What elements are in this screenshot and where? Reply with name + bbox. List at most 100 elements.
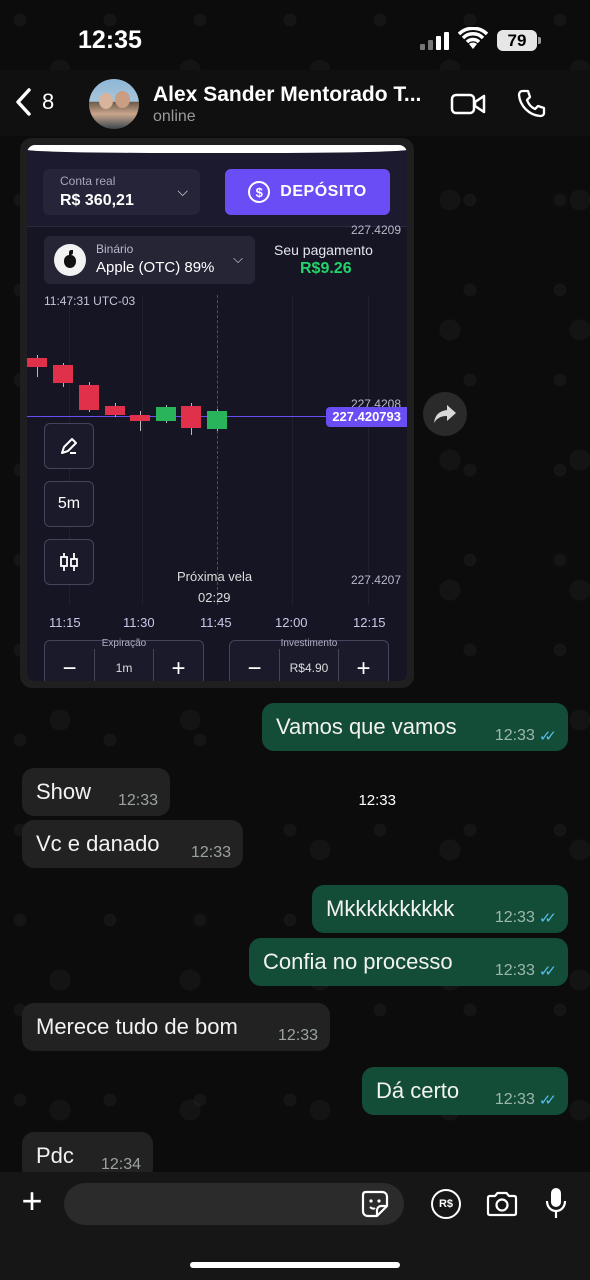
unread-count: 8: [42, 89, 55, 114]
investment-label: Investimento: [280, 638, 338, 649]
message-time: 12:33: [358, 792, 396, 809]
contact-status: online: [153, 108, 196, 125]
message-text: Mkkkkkkkkkk: [326, 896, 455, 921]
message-text: Dá certo: [376, 1078, 460, 1103]
message-bubble[interactable]: Mkkkkkkkkkk 12:33 ✓✓: [312, 885, 568, 933]
candle: [27, 355, 47, 377]
apple-logo-icon: [54, 244, 86, 276]
message-meta: 12:33 ✓✓: [494, 909, 557, 927]
back-button[interactable]: 8: [14, 88, 54, 116]
time-axis: 11:15 11:30 11:45 12:00 12:15: [27, 615, 407, 633]
expiration-stepper: Expiração − 1m +: [44, 638, 204, 681]
message-time: 12:33: [190, 844, 231, 861]
message-text: Show: [36, 779, 92, 804]
payout-value: R$9.26: [300, 260, 352, 277]
message-meta: 12:33 ✓✓: [494, 1091, 557, 1109]
plus-icon: +: [153, 649, 203, 681]
price-level: 227.4207: [350, 573, 401, 587]
deposit-button: $ DEPÓSITO: [225, 169, 390, 215]
status-bar: 12:35 79: [0, 0, 590, 70]
time-tick: 12:00: [275, 615, 308, 630]
account-balance: R$ 360,21: [60, 192, 134, 209]
battery-indicator: 79: [497, 30, 541, 51]
investment-stepper: Investimento − R$4.90 +: [229, 638, 389, 681]
read-receipt-icon: ✓✓: [538, 1092, 557, 1109]
trading-top-bar: Conta real R$ 360,21 ⌵ $ DEPÓSITO: [27, 145, 407, 227]
back-chevron-icon: [16, 88, 31, 116]
time-tick: 12:15: [353, 615, 386, 630]
message-text: Vamos que vamos: [276, 714, 457, 739]
message-input-bar: + R$: [0, 1172, 590, 1280]
message-bubble[interactable]: Dá certo 12:33 ✓✓: [362, 1067, 568, 1115]
forward-button[interactable]: [423, 392, 467, 436]
message-meta: 12:33: [118, 792, 158, 810]
read-receipt-icon: ✓✓: [538, 963, 557, 980]
message-input[interactable]: [64, 1183, 404, 1225]
chat-screen: 12:35 79 8 Alex Sander Mentorado T... on…: [0, 0, 590, 1280]
wifi-icon: [458, 27, 488, 49]
message-meta: 12:33 ✓✓: [494, 727, 557, 745]
message-time: 12:33: [277, 1027, 318, 1044]
candlestick-icon: [60, 553, 78, 571]
plus-icon[interactable]: +: [15, 1183, 49, 1220]
message-meta: 12:33: [191, 844, 231, 862]
price-level: 227.4209: [350, 223, 401, 237]
message-time: 12:33: [494, 1091, 535, 1108]
trading-screenshot: Conta real R$ 360,21 ⌵ $ DEPÓSITO Binári…: [27, 145, 407, 681]
candle: [79, 382, 99, 412]
candle: [105, 403, 125, 417]
account-selector: Conta real R$ 360,21 ⌵: [43, 169, 200, 215]
plus-icon: +: [338, 649, 388, 681]
message-bubble[interactable]: Vc e danado 12:33: [22, 820, 243, 868]
microphone-icon[interactable]: [544, 1186, 568, 1220]
expiration-value: 1m: [115, 661, 133, 675]
pix-icon[interactable]: R$: [431, 1189, 461, 1219]
candle: [156, 405, 176, 423]
time-tick: 11:15: [49, 615, 81, 630]
investment-value: R$4.90: [289, 661, 329, 675]
asset-type: Binário: [96, 242, 134, 256]
contact-name[interactable]: Alex Sander Mentorado T...: [153, 83, 421, 107]
image-message[interactable]: Conta real R$ 360,21 ⌵ $ DEPÓSITO Binári…: [20, 138, 414, 809]
message-time: 12:33: [494, 727, 535, 744]
message-bubble[interactable]: Show 12:33: [22, 768, 170, 816]
message-time: 12:33: [117, 792, 158, 809]
forward-icon: [434, 405, 456, 423]
current-price-tag: 227.420793: [326, 407, 407, 427]
expiration-label: Expiração: [101, 638, 147, 649]
grid-line: [142, 295, 143, 605]
camera-icon[interactable]: [485, 1190, 519, 1218]
candle: [207, 409, 227, 431]
message-bubble[interactable]: Merece tudo de bom 12:33: [22, 1003, 330, 1051]
contact-avatar[interactable]: [89, 79, 139, 129]
asset-selector: Binário Apple (OTC) 89% ⌵: [44, 236, 255, 284]
message-bubble[interactable]: Vamos que vamos 12:33 ✓✓: [262, 703, 568, 751]
asset-name: Apple (OTC) 89%: [96, 259, 215, 276]
home-indicator: [190, 1262, 400, 1268]
cellular-signal-icon: [420, 32, 450, 50]
message-text: Vc e danado: [36, 831, 160, 856]
message-text: Merece tudo de bom: [36, 1014, 238, 1039]
chevron-down-icon: ⌵: [233, 251, 243, 266]
candle: [130, 411, 150, 431]
dollar-icon: $: [248, 181, 271, 203]
video-call-icon[interactable]: [450, 92, 486, 116]
chat-header: 8 Alex Sander Mentorado T... online: [0, 70, 590, 136]
message-time: 12:33: [494, 962, 535, 979]
status-time: 12:35: [78, 26, 142, 54]
current-price-line: [27, 416, 327, 417]
time-tick: 11:45: [200, 615, 232, 630]
candle: [181, 403, 201, 435]
minus-icon: −: [45, 649, 95, 681]
message-bubble[interactable]: Confia no processo 12:33 ✓✓: [249, 938, 568, 986]
phone-icon[interactable]: [517, 88, 547, 118]
server-clock: 11:47:31 UTC-03: [44, 294, 136, 308]
grid-line: [292, 295, 293, 605]
current-time-line: [217, 295, 218, 605]
read-receipt-icon: ✓✓: [538, 910, 557, 927]
message-meta: 12:33 ✓✓: [494, 962, 557, 980]
minus-icon: −: [230, 649, 280, 681]
account-label: Conta real: [60, 174, 116, 188]
message-time: 12:33: [494, 909, 535, 926]
sticker-icon[interactable]: [360, 1189, 390, 1219]
